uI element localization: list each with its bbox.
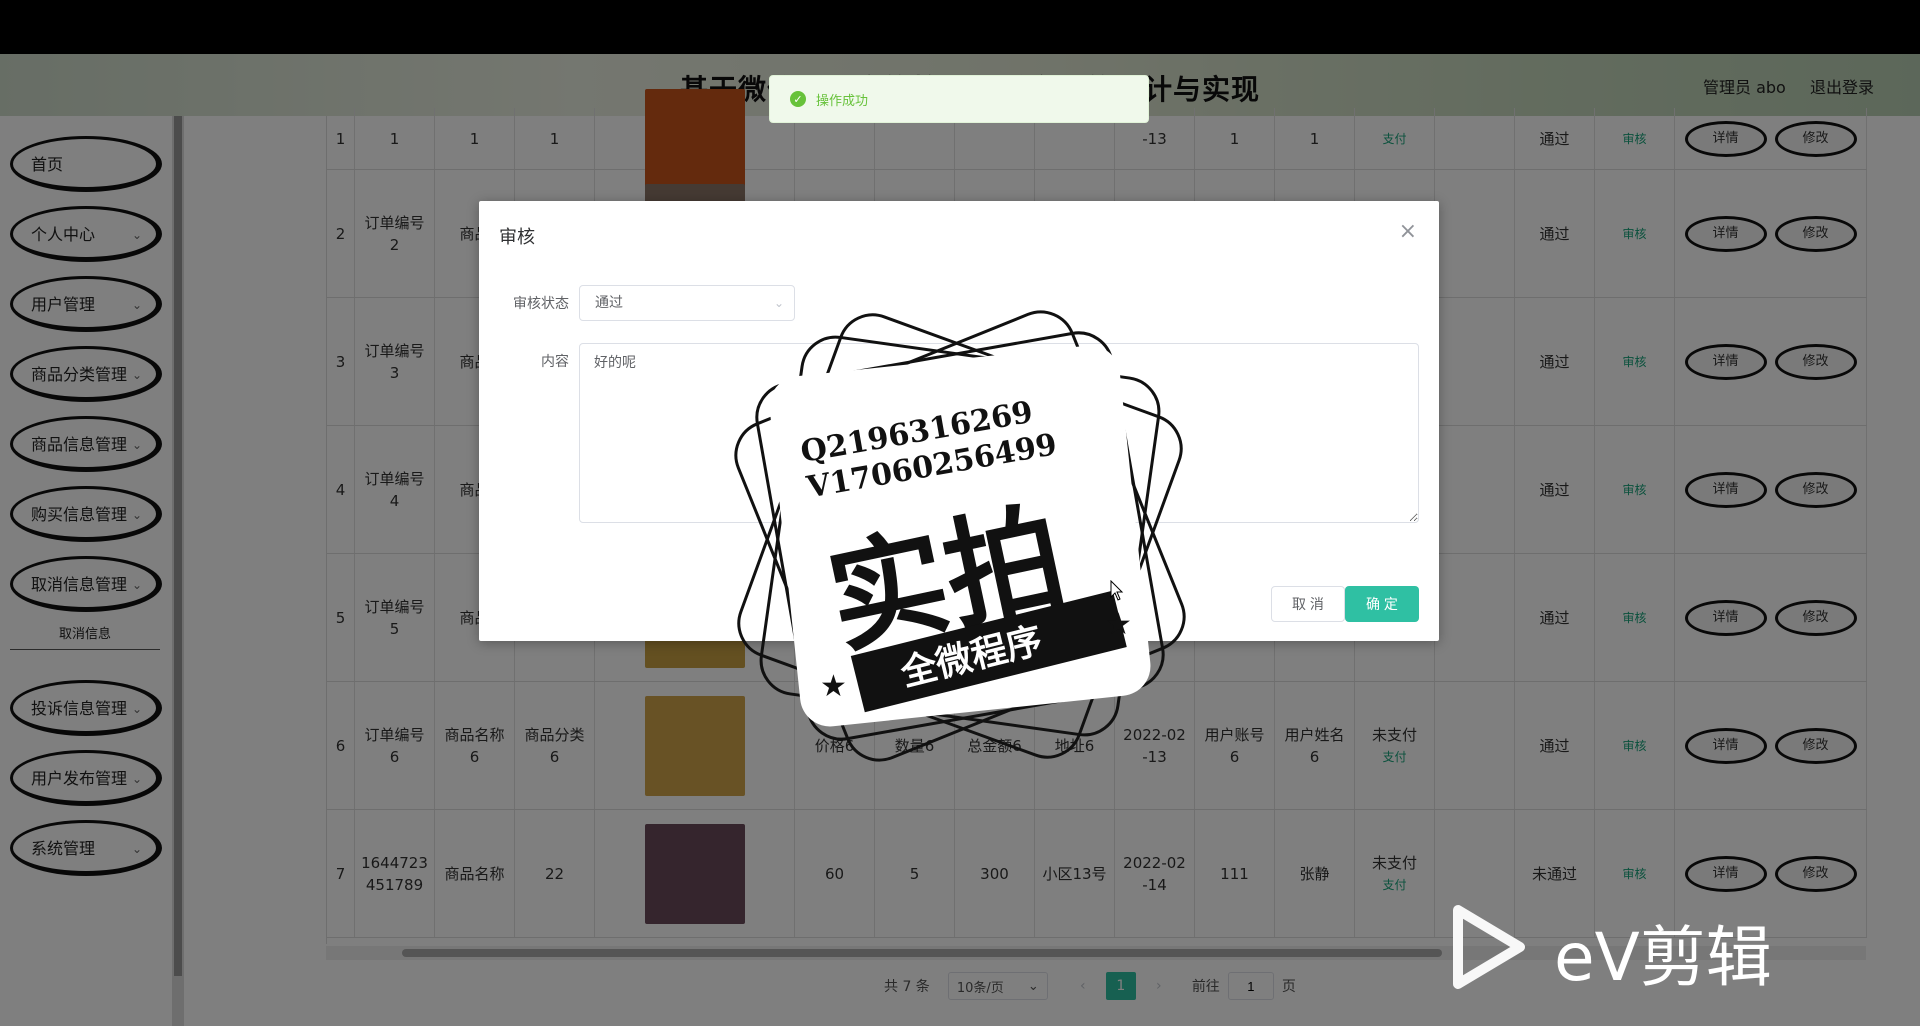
star-icon: ★ (1105, 607, 1132, 642)
success-toast: ✓ 操作成功 (769, 75, 1149, 123)
toast-message: 操作成功 (816, 93, 869, 109)
confirm-button[interactable]: 确 定 (1345, 586, 1419, 622)
screen: 基于微信小程序的校园二手交易的设计与实现 管理员 abo 退出登录 首页 个人中… (0, 0, 1920, 1026)
status-label: 审核状态 (513, 296, 569, 312)
check-circle-icon: ✓ (790, 91, 806, 107)
top-black-bar (0, 0, 1920, 54)
close-icon[interactable]: × (1399, 219, 1417, 244)
star-icon: ★ (820, 669, 847, 704)
watermark-stamp: Q2196316269 V17060256499 实拍 全微程序 ★ ★ (734, 310, 1186, 762)
audit-status-value: 通过 (595, 295, 623, 311)
play-icon (1453, 905, 1525, 989)
dialog-title: 审核 (499, 227, 535, 248)
content-label: 内容 (541, 354, 569, 370)
ev-editor-logo: eV剪辑 (1448, 902, 1818, 996)
cancel-button[interactable]: 取 消 (1271, 586, 1345, 622)
ev-logo-text: eV剪辑 (1554, 919, 1772, 996)
mouse-cursor-icon (1110, 580, 1124, 601)
